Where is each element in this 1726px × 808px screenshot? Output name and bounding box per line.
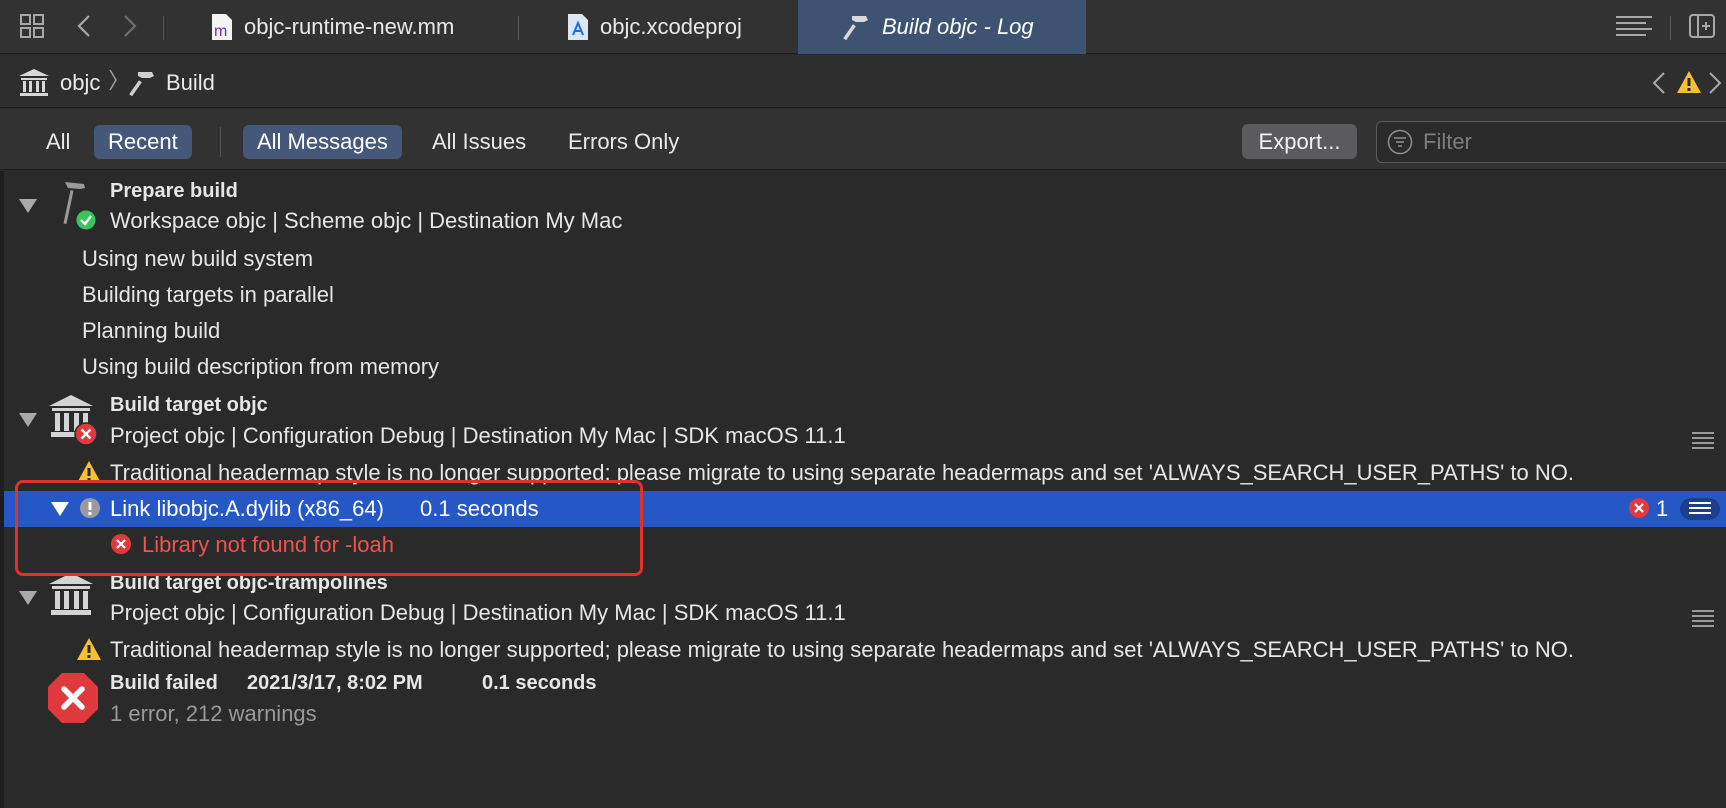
tab-label: objc.xcodeproj — [600, 14, 742, 39]
error-icon — [1628, 497, 1650, 524]
warning-icon[interactable] — [1676, 70, 1702, 94]
xcodeproj-icon — [566, 13, 590, 41]
editor-options-icon[interactable] — [1614, 10, 1654, 42]
export-button[interactable]: Export... — [1242, 124, 1357, 159]
svg-text:m: m — [214, 23, 227, 40]
hammer-icon — [842, 12, 872, 42]
tab-objc-runtime-new[interactable]: m objc-runtime-new.mm — [210, 0, 454, 54]
tab-label: Build objc - Log — [882, 14, 1034, 39]
error-count: 1 — [1656, 496, 1669, 521]
objcpp-file-icon: m — [210, 13, 234, 41]
filter-all-messages[interactable]: All Messages — [243, 125, 402, 159]
tab-label: objc-runtime-new.mm — [244, 14, 455, 39]
build-failed-icon — [47, 672, 99, 729]
tab-objc-xcodeproj[interactable]: objc.xcodeproj — [566, 0, 742, 54]
error-icon — [74, 422, 98, 451]
breadcrumb-separator-icon — [108, 68, 118, 92]
filter-errors-only[interactable]: Errors Only — [554, 125, 693, 159]
back-icon[interactable] — [68, 10, 100, 42]
highlight-box — [15, 480, 643, 576]
filter-field — [1376, 121, 1726, 163]
filter-all-issues[interactable]: All Issues — [418, 125, 540, 159]
scope-recent[interactable]: Recent — [94, 125, 192, 159]
breadcrumb-build[interactable]: Build — [128, 68, 215, 98]
target-objc-subtitle: Project objc | Configuration Debug | Des… — [110, 423, 846, 448]
prepare-build-title: Prepare build — [110, 180, 238, 202]
log-line: Planning build — [82, 318, 221, 343]
tab-bar: m objc-runtime-new.mm objc.xcodeproj Bui… — [0, 0, 1726, 54]
target-icon — [48, 572, 94, 623]
hammer-icon — [128, 68, 158, 98]
grid-icon[interactable] — [16, 10, 48, 42]
details-icon[interactable] — [1692, 610, 1714, 630]
filter-input[interactable] — [1423, 129, 1713, 155]
disclosure-triangle[interactable] — [19, 199, 37, 213]
next-issue-icon[interactable] — [1708, 71, 1722, 95]
disclosure-triangle[interactable] — [19, 591, 37, 605]
warning-icon — [76, 637, 102, 666]
build-timestamp: 2021/3/17, 8:02 PM — [247, 672, 423, 694]
scope-all[interactable]: All — [32, 125, 84, 159]
build-status: Build failed — [110, 672, 218, 694]
breadcrumb-project[interactable]: objc — [18, 68, 100, 98]
log-line: Using new build system — [82, 246, 314, 271]
target-objc-title: Build target objc — [110, 394, 268, 416]
breadcrumb-build-label: Build — [166, 70, 215, 95]
log-line: Building targets in parallel — [82, 282, 334, 307]
details-icon[interactable] — [1680, 498, 1720, 520]
filter-icon — [1387, 129, 1413, 155]
tab-build-log[interactable]: Build objc - Log — [798, 0, 1086, 54]
log-line: Using build description from memory — [82, 354, 440, 379]
forward-icon[interactable] — [114, 10, 146, 42]
project-icon — [18, 68, 50, 98]
breadcrumb-project-label: objc — [60, 70, 101, 95]
target-trampolines-subtitle: Project objc | Configuration Debug | Des… — [110, 600, 846, 625]
disclosure-triangle[interactable] — [19, 413, 37, 427]
prepare-build-subtitle: Workspace objc | Scheme objc | Destinati… — [110, 208, 623, 233]
add-editor-icon[interactable] — [1686, 10, 1718, 42]
warning-message: Traditional headermap style is no longer… — [110, 637, 1574, 662]
breadcrumb: objc Build — [0, 55, 1726, 108]
details-icon[interactable] — [1692, 432, 1714, 452]
success-icon — [76, 210, 96, 235]
previous-issue-icon[interactable] — [1652, 71, 1666, 95]
build-summary: 1 error, 212 warnings — [110, 701, 317, 726]
build-duration: 0.1 seconds — [482, 672, 597, 694]
